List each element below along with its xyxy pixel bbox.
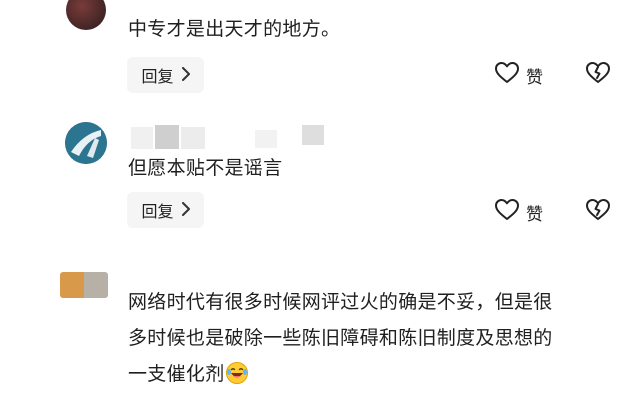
comment-line: 多时候也是破除一些陈旧障碍和陈旧制度及思想的 xyxy=(128,327,553,349)
dislike-button[interactable] xyxy=(585,198,611,226)
heart-icon xyxy=(494,61,520,89)
redacted-username xyxy=(155,125,179,149)
like-label: 赞 xyxy=(526,67,543,88)
heart-icon xyxy=(494,198,520,226)
redacted-username xyxy=(302,125,324,145)
laughing-crying-face-icon xyxy=(225,361,249,385)
reply-label: 回复 xyxy=(141,67,174,86)
reply-label: 回复 xyxy=(141,202,174,221)
avatar[interactable] xyxy=(60,272,108,298)
redacted-username xyxy=(181,127,205,149)
like-label: 赞 xyxy=(526,204,543,225)
comment-text-multiline: 网络时代有很多时候网评过火的确是不妥，但是很 多时候也是破除一些陈旧障碍和陈旧制… xyxy=(128,284,618,392)
comment-line-text: 一支催化剂 xyxy=(128,363,225,385)
comment-line: 一支催化剂 xyxy=(128,356,618,392)
chevron-right-icon xyxy=(181,201,190,220)
redacted-username xyxy=(131,127,153,149)
redacted-username xyxy=(255,130,277,148)
comment-line: 网络时代有很多时候网评过火的确是不妥，但是很 xyxy=(128,291,553,313)
like-button[interactable]: 赞 xyxy=(494,61,543,89)
reply-button[interactable]: 回复 xyxy=(127,192,204,228)
avatar[interactable] xyxy=(65,122,107,164)
like-button[interactable]: 赞 xyxy=(494,198,543,226)
dislike-button[interactable] xyxy=(585,61,611,89)
broken-heart-icon xyxy=(585,62,611,89)
reply-button[interactable]: 回复 xyxy=(127,57,204,93)
comment-text: 中专才是出天才的地方。 xyxy=(128,18,341,40)
comment-text: 但愿本贴不是谣言 xyxy=(128,157,283,179)
chevron-right-icon xyxy=(181,66,190,85)
broken-heart-icon xyxy=(585,199,611,226)
avatar[interactable] xyxy=(66,0,106,30)
